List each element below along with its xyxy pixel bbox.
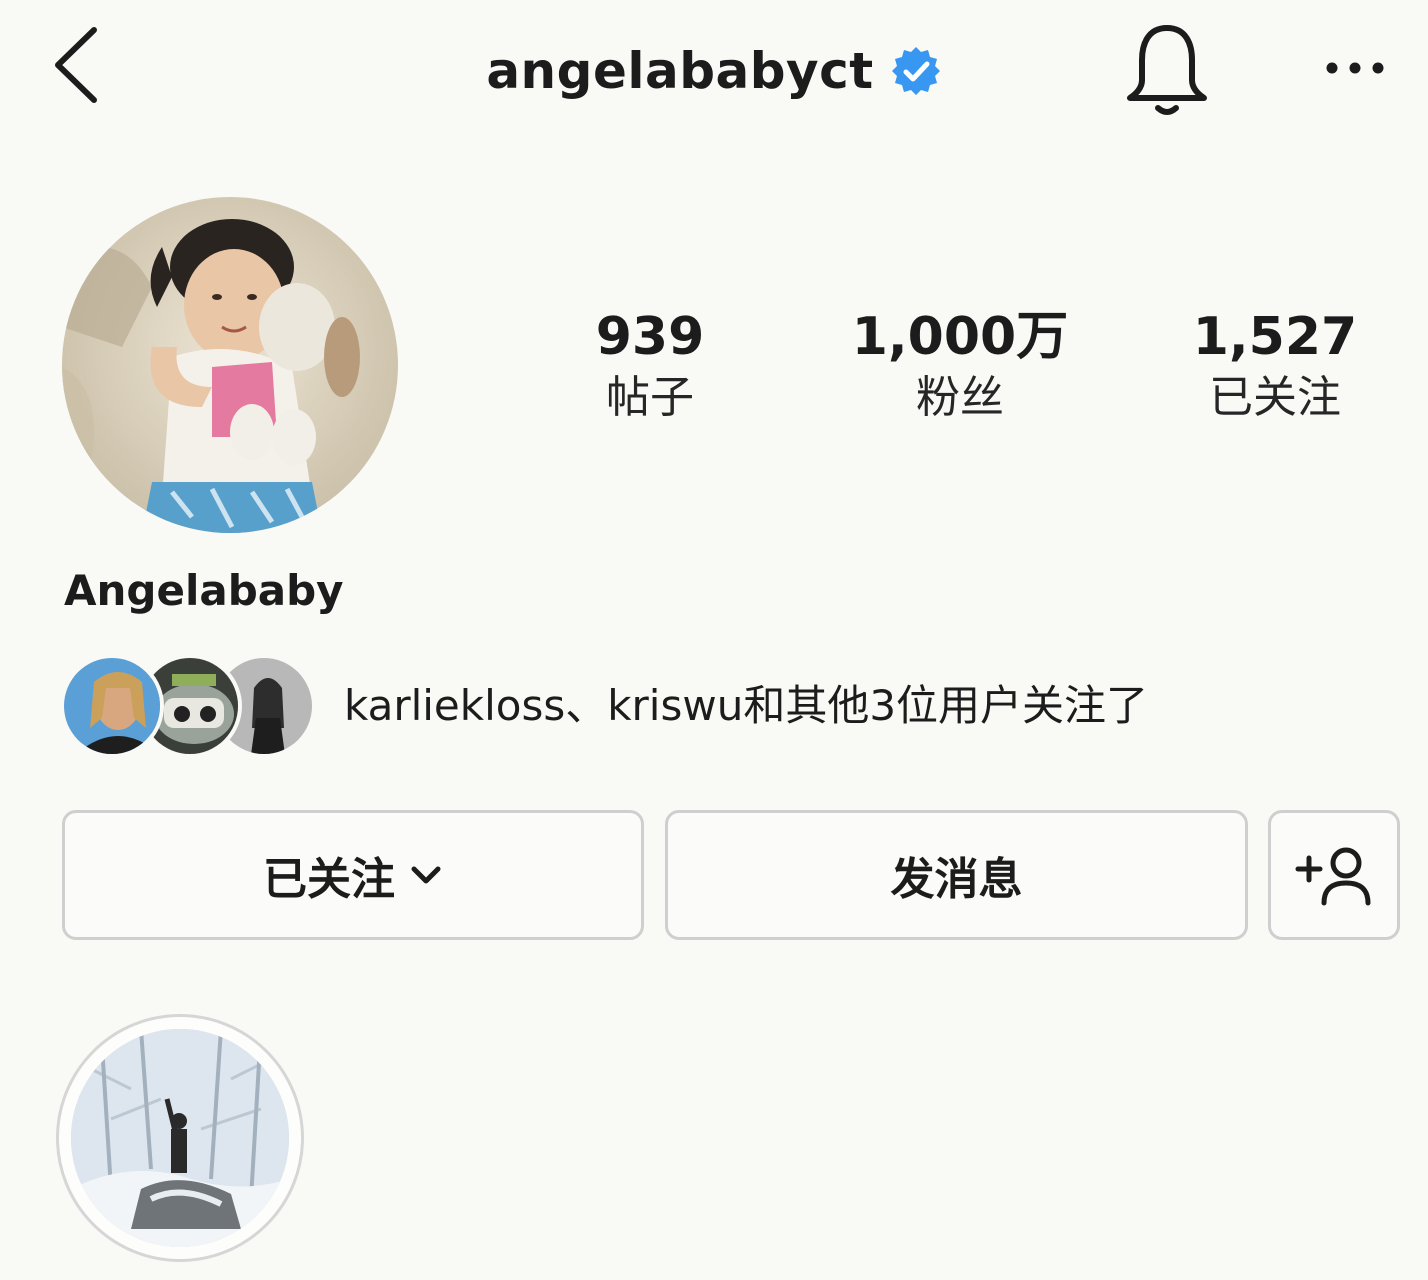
- message-button-label: 发消息: [890, 854, 1023, 905]
- more-options-button[interactable]: [1320, 40, 1390, 96]
- followed-by-text[interactable]: karliekloss、kriswu和其他3位用户关注了: [344, 676, 1148, 736]
- avatar-photo: [62, 197, 398, 533]
- notifications-button[interactable]: [1120, 18, 1214, 118]
- story-highlight[interactable]: [56, 1014, 304, 1262]
- profile-username: angelababyct: [486, 42, 874, 100]
- followers-label: 粉丝: [916, 372, 1004, 423]
- bell-icon: [1127, 25, 1207, 115]
- more-dots-icon: [1326, 62, 1384, 74]
- story-highlight-cover: [71, 1029, 289, 1247]
- following-button[interactable]: 已关注: [62, 810, 644, 940]
- verified-badge-icon: [891, 47, 940, 95]
- following-button-label: 已关注: [263, 854, 395, 905]
- stat-posts[interactable]: 939 帖子: [560, 306, 740, 436]
- profile-avatar[interactable]: [62, 197, 398, 533]
- highlight-snow-photo: [71, 1029, 289, 1247]
- suggested-users-button[interactable]: [1268, 810, 1400, 940]
- stat-following[interactable]: 1,527 已关注: [1180, 306, 1370, 436]
- followers-count: 1,000万: [851, 307, 1069, 367]
- chevron-left-icon: [55, 27, 97, 103]
- message-button[interactable]: 发消息: [665, 810, 1248, 940]
- following-count: 1,527: [1192, 307, 1358, 367]
- posts-count: 939: [595, 307, 705, 367]
- follower-avatar-1[interactable]: [60, 654, 164, 758]
- back-button[interactable]: [46, 20, 106, 110]
- chevron-down-icon: [411, 866, 441, 884]
- add-person-icon: [1295, 847, 1371, 906]
- posts-label: 帖子: [606, 372, 694, 423]
- follower-avatar-1-photo: [64, 658, 160, 754]
- profile-display-name: Angelababy: [64, 566, 344, 615]
- following-label: 已关注: [1209, 372, 1341, 423]
- stat-followers[interactable]: 1,000万 粉丝: [840, 306, 1080, 436]
